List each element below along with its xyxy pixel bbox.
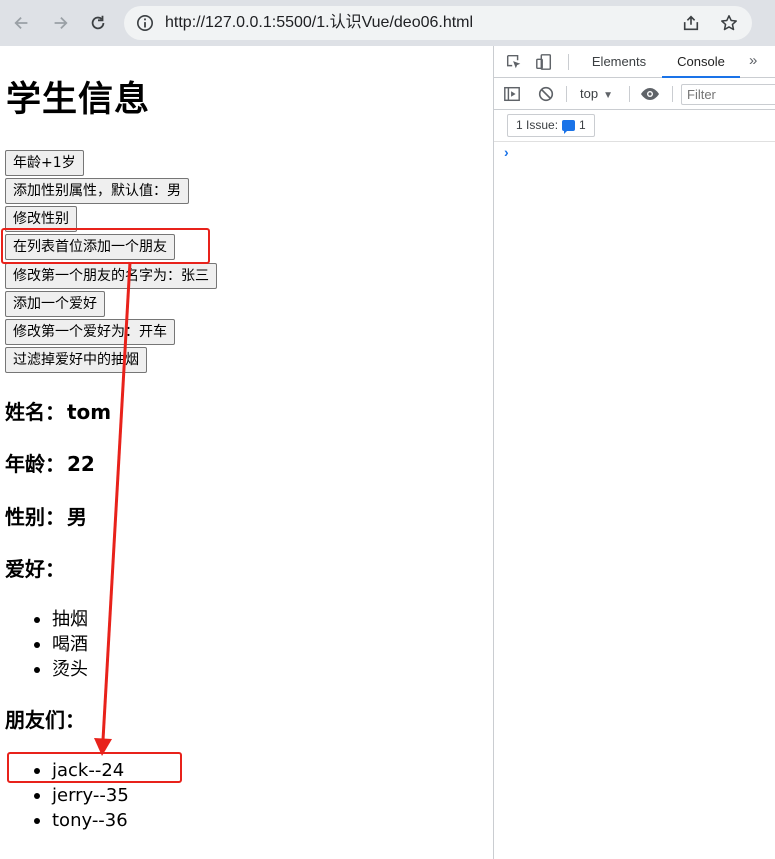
- clear-console-icon: [538, 86, 554, 102]
- address-bar[interactable]: http://127.0.0.1:5500/1.认识Vue/deo06.html: [124, 6, 752, 40]
- context-selector[interactable]: top ▼: [580, 78, 613, 110]
- device-icon: [536, 54, 552, 70]
- url-text: http://127.0.0.1:5500/1.认识Vue/deo06.html: [165, 14, 474, 31]
- age-row: 年龄： 22: [5, 450, 95, 478]
- eye-icon: [641, 88, 659, 100]
- add-sex-property-button[interactable]: 添加性别属性，默认值：男: [5, 178, 189, 204]
- age-label: 年龄：: [5, 452, 65, 476]
- issues-bar: 1 Issue: 1: [494, 110, 775, 142]
- list-item: 烫头: [34, 657, 88, 682]
- list-item: 抽烟: [34, 607, 88, 632]
- sidebar-toggle-icon: [504, 86, 520, 102]
- live-expression-button[interactable]: [640, 84, 660, 104]
- context-value: top: [580, 86, 599, 101]
- more-tabs-chevron-icon[interactable]: »: [749, 52, 757, 69]
- filter-smoking-hobby-button[interactable]: 过滤掉爱好中的抽烟: [5, 347, 147, 373]
- hobby-label: 爱好：: [5, 557, 65, 581]
- name-label: 姓名：: [5, 400, 65, 424]
- forward-arrow-icon: [54, 16, 68, 30]
- list-item: jerry--35: [34, 783, 129, 808]
- issues-count: 1: [579, 118, 586, 132]
- rename-first-friend-button[interactable]: 修改第一个朋友的名字为：张三: [5, 263, 217, 289]
- modify-first-hobby-button[interactable]: 修改第一个爱好为：开车: [5, 319, 175, 345]
- reload-icon: [91, 15, 105, 30]
- share-icon[interactable]: [682, 14, 700, 32]
- inspect-element-button[interactable]: [504, 52, 524, 72]
- tab-console[interactable]: Console: [662, 46, 740, 78]
- console-filter-input[interactable]: [681, 84, 775, 105]
- devtools-tab-bar: Elements Console »: [494, 46, 775, 78]
- browser-toolbar: http://127.0.0.1:5500/1.认识Vue/deo06.html: [0, 0, 775, 46]
- modify-sex-button[interactable]: 修改性别: [5, 206, 77, 232]
- add-friend-first-button[interactable]: 在列表首位添加一个朋友: [5, 234, 175, 260]
- console-toolbar: top ▼: [494, 78, 775, 110]
- list-item: 喝酒: [34, 632, 88, 657]
- tab-elements[interactable]: Elements: [584, 46, 654, 78]
- add-hobby-button[interactable]: 添加一个爱好: [5, 291, 105, 317]
- sex-label: 性别：: [5, 505, 65, 529]
- hobby-list: 抽烟 喝酒 烫头: [34, 607, 88, 682]
- console-prompt-icon[interactable]: ›: [504, 144, 509, 160]
- friends-list: jack--24 jerry--35 tony--36: [34, 758, 129, 833]
- back-arrow-icon: [14, 16, 28, 30]
- age-plus-one-button[interactable]: 年龄+1岁: [5, 150, 84, 176]
- site-info-icon[interactable]: [136, 14, 154, 32]
- friends-label: 朋友们：: [5, 708, 85, 732]
- issues-button[interactable]: 1 Issue: 1: [507, 114, 595, 137]
- device-toolbar-button[interactable]: [534, 52, 554, 72]
- message-icon: [562, 120, 576, 134]
- list-item: jack--24: [34, 758, 129, 783]
- page-title: 学生信息: [6, 80, 151, 120]
- list-item: tony--36: [34, 808, 129, 833]
- caret-down-icon: ▼: [603, 90, 613, 101]
- issues-label: 1 Issue:: [516, 118, 559, 132]
- back-button[interactable]: [9, 10, 35, 36]
- bookmark-star-icon[interactable]: [720, 14, 738, 32]
- devtools-panel: Elements Console » top ▼ 1 Issue: 1 ›: [493, 46, 775, 859]
- sex-value: 男: [67, 505, 87, 529]
- clear-console-button[interactable]: [536, 84, 556, 104]
- name-value: tom: [67, 400, 112, 424]
- sex-row: 性别：男: [5, 503, 87, 531]
- reload-button[interactable]: [85, 10, 111, 36]
- toggle-sidebar-button[interactable]: [502, 84, 522, 104]
- name-row: 姓名： tom: [5, 398, 111, 426]
- age-value: 22: [67, 452, 95, 476]
- inspect-icon: [506, 54, 521, 69]
- forward-button[interactable]: [47, 10, 73, 36]
- friends-heading: 朋友们：: [5, 706, 85, 734]
- hobby-heading: 爱好：: [5, 555, 65, 583]
- page-content: 学生信息 年龄+1岁 添加性别属性，默认值：男 修改性别 在列表首位添加一个朋友…: [0, 46, 493, 859]
